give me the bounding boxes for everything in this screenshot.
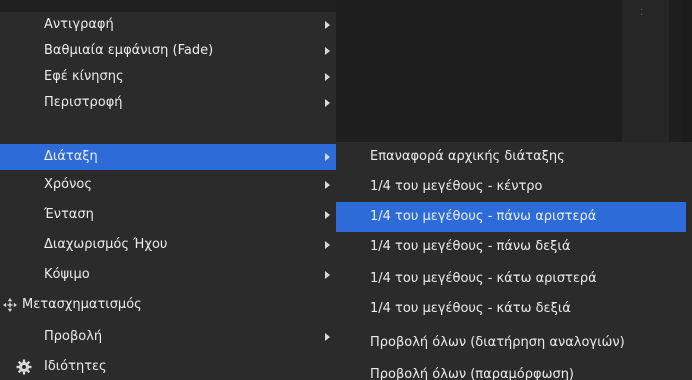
submenu-item-quarter-bottom-left[interactable]: 1/4 του μεγέθους - κάτω αριστερά bbox=[336, 264, 686, 294]
menu-item-copy[interactable]: Αντιγραφή bbox=[0, 12, 336, 38]
submenu-item-label: 1/4 του μεγέθους - πάνω αριστερά bbox=[370, 209, 597, 224]
menu-item-label: Μετασχηματισμός bbox=[22, 297, 142, 312]
submenu-item-reset-layout[interactable]: Επαναφορά αρχικής διάταξης bbox=[336, 142, 686, 172]
submenu-arrow-icon bbox=[325, 47, 330, 55]
menu-item-label: Περιστροφή bbox=[44, 95, 123, 110]
context-menu: Αντιγραφή Βαθμιαία εμφάνιση (Fade) Εφέ κ… bbox=[0, 12, 336, 380]
submenu-item-label: 1/4 του μεγέθους - κάτω δεξιά bbox=[370, 301, 571, 316]
menu-item-layout[interactable]: Διάταξη bbox=[0, 144, 336, 170]
submenu-arrow-icon bbox=[325, 211, 330, 219]
submenu-item-show-all-keep-ratio[interactable]: Προβολή όλων (διατήρηση αναλογιών) bbox=[336, 328, 686, 358]
menu-item-label: Ένταση bbox=[44, 207, 94, 222]
submenu-item-quarter-bottom-right[interactable]: 1/4 του μεγέθους - κάτω δεξιά bbox=[336, 294, 686, 324]
submenu-item-quarter-top-left[interactable]: 1/4 του μεγέθους - πάνω αριστερά bbox=[336, 202, 686, 232]
menu-item-label: Ιδιότητες bbox=[44, 359, 107, 374]
submenu-arrow-icon bbox=[325, 241, 330, 249]
submenu-item-show-all-stretch[interactable]: Προβολή όλων (παραμόρφωση) bbox=[336, 360, 686, 380]
submenu-item-label: Προβολή όλων (παραμόρφωση) bbox=[370, 367, 575, 380]
editor-window: · · Αντιγραφή Βαθμιαία εμφάνιση (Fade) Εφ… bbox=[0, 0, 692, 380]
move-arrows-icon bbox=[3, 298, 17, 312]
submenu-arrow-icon bbox=[325, 153, 330, 161]
submenu-item-label: 1/4 του μεγέθους - κάτω αριστερά bbox=[370, 271, 597, 286]
submenu-arrow-icon bbox=[325, 181, 330, 189]
menu-item-crop[interactable]: Κόψιμο bbox=[0, 262, 336, 288]
menu-item-label: Βαθμιαία εμφάνιση (Fade) bbox=[44, 43, 214, 58]
menu-item-separate-audio[interactable]: Διαχωρισμός Ήχου bbox=[0, 232, 336, 258]
submenu-arrow-icon bbox=[325, 333, 330, 341]
layout-submenu: Επαναφορά αρχικής διάταξης 1/4 του μεγέθ… bbox=[336, 142, 692, 380]
submenu-arrow-icon bbox=[325, 73, 330, 81]
menu-item-label: Κόψιμο bbox=[44, 267, 90, 282]
menu-item-label: Χρόνος bbox=[44, 177, 92, 192]
menu-item-fade[interactable]: Βαθμιαία εμφάνιση (Fade) bbox=[0, 38, 336, 64]
submenu-item-quarter-top-right[interactable]: 1/4 του μεγέθους - πάνω δεξιά bbox=[336, 232, 686, 262]
menu-item-motion-effects[interactable]: Εφέ κίνησης bbox=[0, 64, 336, 90]
submenu-item-label: Επαναφορά αρχικής διάταξης bbox=[370, 149, 565, 164]
resize-grip-icon: · · bbox=[640, 5, 644, 21]
submenu-item-quarter-center[interactable]: 1/4 του μεγέθους - κέντρο bbox=[336, 172, 686, 202]
submenu-item-label: 1/4 του μεγέθους - κέντρο bbox=[370, 179, 543, 194]
menu-item-label: Προβολή bbox=[44, 329, 103, 344]
menu-item-time[interactable]: Χρόνος bbox=[0, 172, 336, 198]
menu-item-rotation[interactable]: Περιστροφή bbox=[0, 90, 336, 116]
menu-item-transform[interactable]: Μετασχηματισμός bbox=[0, 292, 336, 318]
submenu-arrow-icon bbox=[325, 99, 330, 107]
submenu-item-label: 1/4 του μεγέθους - πάνω δεξιά bbox=[370, 239, 571, 254]
submenu-item-label: Προβολή όλων (διατήρηση αναλογιών) bbox=[370, 335, 625, 350]
menu-item-label: Αντιγραφή bbox=[44, 17, 114, 32]
menu-item-label: Εφέ κίνησης bbox=[44, 69, 124, 84]
menu-item-volume[interactable]: Ένταση bbox=[0, 202, 336, 228]
submenu-arrow-icon bbox=[325, 21, 330, 29]
submenu-arrow-icon bbox=[325, 271, 330, 279]
menu-item-view[interactable]: Προβολή bbox=[0, 324, 336, 350]
menu-item-label: Διαχωρισμός Ήχου bbox=[44, 237, 168, 252]
menu-item-label: Διάταξη bbox=[44, 149, 98, 164]
gear-icon bbox=[16, 359, 32, 375]
menu-item-properties[interactable]: Ιδιότητες bbox=[0, 354, 336, 380]
background-edge bbox=[682, 0, 692, 142]
background-panel-strip bbox=[622, 0, 669, 142]
